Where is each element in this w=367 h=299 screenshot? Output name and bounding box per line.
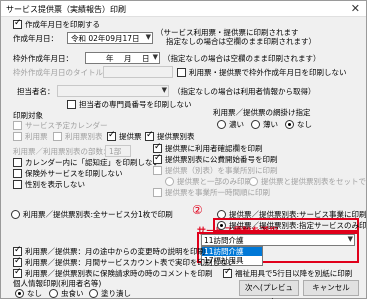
billing-count-value: 1部	[109, 147, 122, 156]
chevron-down-icon[interactable]: ▼	[348, 235, 353, 243]
service-option[interactable]: 11訪問介護	[202, 247, 262, 256]
calendar-dropdown-icon[interactable]: ▼	[146, 33, 151, 41]
bottom-check-4-label: 福祉用具で5行目以降を別紙に印刷	[235, 269, 353, 278]
prov-time-checkbox[interactable]	[153, 188, 162, 197]
calendar-dementia-checkbox[interactable]	[13, 158, 22, 167]
prov-office-label: 提供票（別表）を事業所別に印刷	[165, 166, 278, 175]
shade-none-radio[interactable]	[285, 120, 294, 129]
calendar-dropdown-icon-2[interactable]: ▼	[153, 53, 158, 61]
staff-note: （指定なしの場合は利用者情報から取得）	[173, 87, 316, 96]
created-date-value: 令和 02年09月17日	[71, 34, 140, 43]
prov-time-label: 提供票を事業所一時間順に印刷	[165, 188, 270, 197]
created-date-field[interactable]: 令和 02年09月17日 ▼	[67, 32, 153, 44]
bottom-check-1[interactable]	[13, 245, 22, 256]
bottom-check-2[interactable]	[13, 256, 22, 267]
bottom-check-1-label: 利用票／提供票：月の途中からの変更時の説明を印刷	[25, 247, 205, 256]
provision-detail-label: 提供票別表	[157, 132, 195, 141]
radio-all-services-label: 利用票／提供票別表:全サービス分1枚で印刷	[23, 210, 173, 219]
prov-sub-1-radio[interactable]	[165, 177, 174, 186]
personal-mask-label: 虫食い	[61, 289, 84, 298]
provision-label: 提供票	[119, 132, 142, 141]
personal-full-radio[interactable]	[89, 289, 98, 298]
shade-none-label: なし	[297, 120, 312, 129]
shade-light-label: 薄い	[263, 120, 278, 129]
other-date-month-label: 月	[124, 54, 132, 63]
created-date-note-2: 指定なしの場合は空欄のまま印刷されます）	[166, 37, 316, 46]
service-calendar-label: サービス予定カレンダー	[25, 121, 108, 130]
title-bar: サービス提供票（実績報告）印刷 ✕	[1, 1, 366, 17]
preview-button[interactable]: 次へ(プレビュー)	[239, 280, 299, 299]
shade-dark-radio[interactable]	[217, 120, 226, 129]
staff-label: 担当者名：	[17, 87, 55, 96]
annotation-number: ②	[192, 203, 203, 217]
gender-checkbox[interactable]	[13, 180, 22, 189]
prov-sub-2-radio[interactable]	[249, 177, 258, 186]
print-dialog: サービス提供票（実績報告）印刷 ✕ 作成年月日を印刷する 作成年月日： 令和 0…	[0, 0, 367, 299]
usage-checkbox[interactable]	[13, 132, 22, 141]
other-date-field[interactable]: 年 月 日 ▼	[85, 52, 160, 64]
window-title: サービス提供票（実績報告）印刷	[6, 5, 126, 14]
service-type-select[interactable]: 11訪問介護 ▼	[201, 234, 355, 246]
prov-confirm-label: 提供票に利用者確認欄を印刷	[165, 144, 263, 153]
provision-detail-checkbox[interactable]	[145, 130, 154, 141]
prov-sub-1-label: 提供票と一部のみ印刷	[177, 177, 252, 186]
radio-by-service[interactable]	[217, 221, 226, 230]
staff-select[interactable]: ▼	[57, 85, 169, 97]
billing-count-input[interactable]: 1部	[105, 145, 131, 157]
print-date-checkbox[interactable]	[13, 18, 22, 29]
personal-mask-radio[interactable]	[49, 289, 58, 298]
other-date-note: （指定なしの場合は空欄のまま印刷されます）	[163, 54, 321, 63]
provision-checkbox[interactable]	[107, 130, 116, 141]
radio-all-services[interactable]	[11, 210, 20, 219]
prov-sub-2-label: 提供票と提供票別表をセットで印刷	[261, 177, 367, 186]
prov-confirm-checkbox[interactable]	[153, 142, 162, 153]
other-title-label: 枠外作成年月日のタイトル：	[13, 68, 111, 77]
close-icon[interactable]: ✕	[351, 2, 360, 15]
calendar-dementia-label: カレンダー内に「認知症」を印刷しない	[25, 158, 160, 167]
service-calendar-checkbox[interactable]	[13, 121, 22, 130]
staff-pro-checkbox[interactable]	[67, 100, 76, 109]
bottom-check-4[interactable]	[223, 267, 232, 278]
prov-public-label: 提供票別表に公費開始番号を印刷	[165, 155, 278, 164]
bottom-check-3[interactable]	[13, 267, 22, 278]
shading-label: 利用票／提供票の網掛け指定	[213, 108, 311, 117]
usage-detail-label: 利用票別表	[65, 132, 103, 141]
prov-public-checkbox[interactable]	[153, 153, 162, 164]
billing-label: 利用票／利用票別表の部数：	[13, 147, 111, 156]
other-date-year-label: 年	[106, 54, 114, 63]
insurer-checkbox[interactable]	[13, 169, 22, 178]
other-title-input[interactable]	[103, 66, 173, 78]
bottom-check-2-label: 利用票／提供票：月間サービスカウント表で実印を印刷しない	[25, 258, 235, 267]
usage-label: 利用票	[25, 132, 48, 141]
radio-by-service-label: 提供票／提供票別表:指定サービスのみ印刷	[229, 221, 367, 230]
insurer-label: 保険外サービスを印刷しない	[25, 169, 123, 178]
created-date-label: 作成年月日：	[13, 34, 58, 43]
usage-detail-checkbox[interactable]	[53, 132, 62, 141]
staff-dropdown-icon[interactable]: ▼	[162, 86, 167, 94]
prov-office-checkbox[interactable]	[153, 166, 162, 175]
gender-label: 性別を表示しない	[25, 180, 85, 189]
other-title-check-label: 利用票・提供票で枠外作成年月日を印刷しない	[189, 68, 347, 77]
other-date-day-label: 日	[142, 54, 150, 63]
personal-none-radio[interactable]	[15, 289, 24, 298]
other-title-checkbox[interactable]	[177, 68, 186, 77]
personal-none-label: なし	[27, 289, 42, 298]
service-type-value: 11訪問介護	[204, 236, 244, 245]
shade-light-radio[interactable]	[251, 120, 260, 129]
other-date-label: 枠外作成年月日：	[13, 54, 73, 63]
personal-full-label: 塗り潰し	[101, 289, 131, 298]
cancel-button[interactable]: キャンセル	[303, 280, 359, 296]
shade-dark-label: 濃い	[229, 120, 244, 129]
print-date-label: 作成年月日を印刷する	[25, 20, 100, 29]
staff-pro-label: 担当者の専門員番号を印刷しない	[79, 100, 192, 109]
